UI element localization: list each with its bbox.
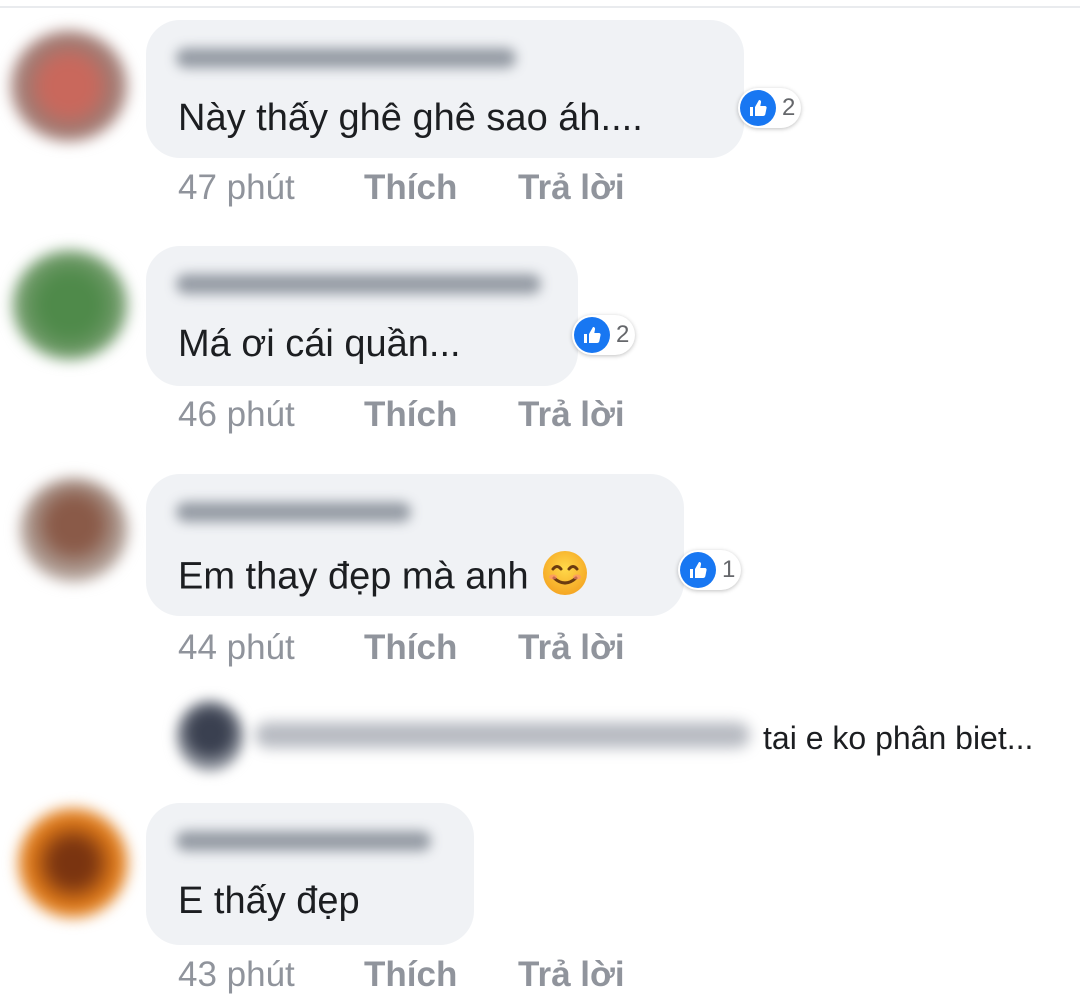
comment-bubble: Má ơi cái quần...: [146, 246, 578, 386]
avatar[interactable]: [18, 808, 128, 918]
thumbs-up-icon: [680, 552, 716, 588]
reply-button[interactable]: Trả lời: [518, 168, 625, 208]
comment-bubble: E thấy đẹp: [146, 803, 474, 945]
avatar[interactable]: [12, 250, 128, 360]
comment-text-content: Em thay đẹp mà anh: [178, 555, 529, 598]
comment-text: Em thay đẹp mà anh: [178, 549, 589, 608]
reply-button[interactable]: Trả lời: [518, 955, 625, 995]
timestamp[interactable]: 47 phút: [178, 168, 295, 208]
author-name-blurred[interactable]: [176, 831, 431, 851]
comment-text: E thấy đẹp: [178, 880, 360, 922]
author-name-blurred[interactable]: [176, 274, 541, 294]
reaction-number: 2: [616, 321, 630, 348]
comment-bubble: Em thay đẹp mà anh: [146, 474, 684, 616]
author-name-blurred[interactable]: [176, 502, 411, 522]
comment-bubble: Này thấy ghê ghê sao áh....: [146, 20, 744, 158]
reaction-count[interactable]: 2: [572, 315, 636, 355]
timestamp[interactable]: 46 phút: [178, 395, 295, 435]
avatar[interactable]: [176, 700, 244, 772]
reply-preview[interactable]: tai e ko phân biet...: [0, 700, 1080, 780]
thumbs-up-icon: [740, 90, 776, 126]
smiling-face-icon: [541, 549, 589, 608]
like-button[interactable]: Thích: [364, 628, 457, 668]
reaction-number: 1: [722, 556, 736, 583]
reaction-number: 2: [782, 94, 796, 121]
like-button[interactable]: Thích: [364, 168, 457, 208]
avatar[interactable]: [10, 30, 128, 142]
top-divider: [0, 0, 1080, 8]
reaction-count[interactable]: 2: [738, 88, 802, 128]
reply-button[interactable]: Trả lời: [518, 628, 625, 668]
author-name-blurred[interactable]: [176, 48, 516, 68]
timestamp[interactable]: 44 phút: [178, 628, 295, 668]
like-button[interactable]: Thích: [364, 955, 457, 995]
reply-button[interactable]: Trả lời: [518, 395, 625, 435]
like-button[interactable]: Thích: [364, 395, 457, 435]
timestamp[interactable]: 43 phút: [178, 955, 295, 995]
reply-preview-text[interactable]: tai e ko phân biet...: [763, 720, 1033, 757]
avatar[interactable]: [20, 478, 128, 582]
author-name-blurred[interactable]: [255, 722, 750, 748]
comment-text: Má ơi cái quần...: [178, 323, 461, 365]
thumbs-up-icon: [574, 317, 610, 353]
comment-text: Này thấy ghê ghê sao áh....: [178, 97, 643, 139]
reaction-count[interactable]: 1: [678, 550, 742, 590]
